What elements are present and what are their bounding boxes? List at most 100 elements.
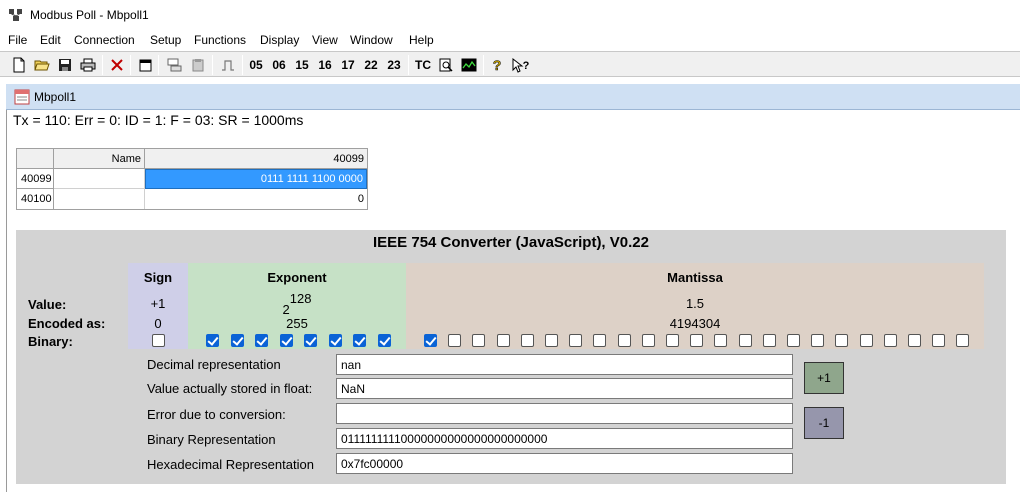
help-button[interactable]: ?: [488, 55, 506, 75]
binary-representation-input[interactable]: [336, 428, 793, 449]
new-file-button[interactable]: [10, 55, 28, 75]
printer-icon: [80, 58, 96, 72]
menu-file[interactable]: File: [8, 33, 27, 47]
exponent-bit-checkbox[interactable]: [377, 334, 391, 347]
modbus-app-icon: [9, 9, 22, 21]
document-title-bar: Mbpoll1: [6, 84, 1020, 110]
hex-representation-label: Hexadecimal Representation: [147, 457, 314, 472]
menu-connection[interactable]: Connection: [74, 33, 135, 47]
open-folder-icon: [34, 60, 50, 71]
mantissa-bit-checkbox[interactable]: [883, 334, 897, 347]
mantissa-bit-checkbox[interactable]: [641, 334, 655, 347]
pulse-button[interactable]: [218, 55, 238, 75]
read-write-button[interactable]: [164, 55, 184, 75]
exponent-bit-checkbox[interactable]: [353, 334, 366, 347]
menu-setup[interactable]: Setup: [150, 33, 181, 47]
copy-button[interactable]: [188, 55, 208, 75]
conversion-error-input[interactable]: [336, 403, 793, 424]
mantissa-bit-checkbox[interactable]: [908, 334, 921, 347]
exponent-bit-checkbox[interactable]: [328, 334, 342, 347]
mantissa-bit-checkbox[interactable]: [787, 334, 800, 347]
mantissa-bit-checkbox[interactable]: [835, 334, 849, 347]
mantissa-bit-checkbox[interactable]: [714, 334, 728, 347]
disconnect-button[interactable]: [108, 55, 126, 75]
mantissa-bit-checkbox[interactable]: [496, 334, 510, 347]
exponent-bit-checkbox[interactable]: [255, 334, 268, 347]
decrement-button[interactable]: -1: [804, 407, 844, 439]
mantissa-bit-checkbox[interactable]: [690, 334, 704, 347]
name-column-header[interactable]: Name: [54, 149, 145, 169]
menu-bar: File Edit Connection Setup Functions Dis…: [0, 30, 1020, 50]
mantissa-bit-checkbox[interactable]: [593, 334, 607, 347]
mantissa-bit-checkbox[interactable]: [956, 334, 970, 347]
communication-button[interactable]: [437, 55, 455, 75]
exponent-bit-checkbox[interactable]: [304, 334, 317, 347]
chart-button[interactable]: [459, 55, 479, 75]
menu-functions[interactable]: Functions: [194, 33, 246, 47]
binary-row-label: Binary:: [28, 334, 73, 349]
mantissa-bit-checkbox[interactable]: [666, 334, 679, 347]
mantissa-bit-checkbox[interactable]: [424, 334, 437, 347]
menu-display[interactable]: Display: [260, 33, 299, 47]
row-value-40099[interactable]: 0111 1111 1100 0000: [145, 169, 367, 189]
chart-icon: [461, 58, 477, 72]
row-name-40100[interactable]: [54, 189, 145, 209]
stored-value-input[interactable]: [336, 378, 793, 399]
exponent-header: Exponent: [267, 270, 327, 285]
exponent-bit-checkbox[interactable]: [206, 334, 219, 347]
mantissa-bit-checkbox[interactable]: [762, 334, 776, 347]
exponent-value: 2128: [188, 291, 406, 317]
menu-view[interactable]: View: [312, 33, 338, 47]
mantissa-bit-checkbox[interactable]: [932, 334, 946, 347]
traffic-counter-button[interactable]: TC: [413, 55, 433, 75]
row-address-40100: 40100: [17, 189, 54, 209]
mantissa-bit-checkbox[interactable]: [472, 334, 486, 347]
clipboard-icon: [192, 59, 204, 72]
mantissa-bit-checkbox[interactable]: [617, 334, 631, 347]
mantissa-bit-checkbox[interactable]: [738, 334, 752, 347]
mantissa-bit-checkbox[interactable]: [448, 334, 462, 347]
context-help-button[interactable]: ?: [510, 55, 532, 75]
mantissa-bit-checkbox[interactable]: [520, 334, 534, 347]
increment-button[interactable]: +1: [804, 362, 844, 394]
toolbar: 05 06 15 16 17 22 23 TC ? ?: [0, 51, 1020, 77]
row-value-40100[interactable]: 0: [145, 189, 367, 209]
mantissa-bit-checkbox[interactable]: [859, 334, 873, 347]
menu-window[interactable]: Window: [350, 33, 393, 47]
grid-corner: [17, 149, 54, 169]
fc-06-button[interactable]: 06: [269, 55, 289, 75]
fc-05-button[interactable]: 05: [246, 55, 266, 75]
decimal-representation-label: Decimal representation: [147, 357, 281, 372]
save-button[interactable]: [56, 55, 74, 75]
exponent-encoded: 255: [286, 316, 308, 331]
mantissa-bit-checkbox[interactable]: [569, 334, 583, 347]
new-window-button[interactable]: [136, 55, 154, 75]
decimal-representation-input[interactable]: [336, 354, 793, 375]
close-x-icon: [111, 59, 123, 71]
new-file-icon: [13, 57, 25, 73]
fc-16-button[interactable]: 16: [315, 55, 335, 75]
fc-22-button[interactable]: 22: [361, 55, 381, 75]
mantissa-bit-checkbox[interactable]: [811, 334, 825, 347]
menu-help[interactable]: Help: [409, 33, 434, 47]
menu-edit[interactable]: Edit: [40, 33, 61, 47]
svg-text:?: ?: [523, 60, 530, 72]
hex-representation-input[interactable]: [336, 453, 793, 474]
pulse-icon: [222, 60, 234, 71]
exponent-bit-checkbox[interactable]: [230, 334, 244, 347]
sign-bit-checkbox[interactable]: [152, 334, 165, 347]
exponent-bit-checkbox[interactable]: [279, 334, 293, 347]
fc-17-button[interactable]: 17: [338, 55, 358, 75]
open-button[interactable]: [32, 55, 52, 75]
fc-15-button[interactable]: 15: [292, 55, 312, 75]
modbus-poll-app: Modbus Poll - Mbpoll1 File Edit Connecti…: [0, 0, 1020, 492]
print-button[interactable]: [78, 55, 98, 75]
row-address-40099: 40099: [17, 169, 54, 189]
fc-23-button[interactable]: 23: [384, 55, 404, 75]
exponent-column: Exponent 2128 255: [188, 263, 406, 349]
value-column-header[interactable]: 40099: [145, 149, 367, 169]
mantissa-bit-checkbox[interactable]: [545, 334, 558, 347]
row-name-40099[interactable]: [54, 169, 145, 189]
ieee754-converter: IEEE 754 Converter (JavaScript), V0.22 S…: [16, 230, 1006, 484]
poll-status-line: Tx = 110: Err = 0: ID = 1: F = 03: SR = …: [13, 112, 304, 128]
